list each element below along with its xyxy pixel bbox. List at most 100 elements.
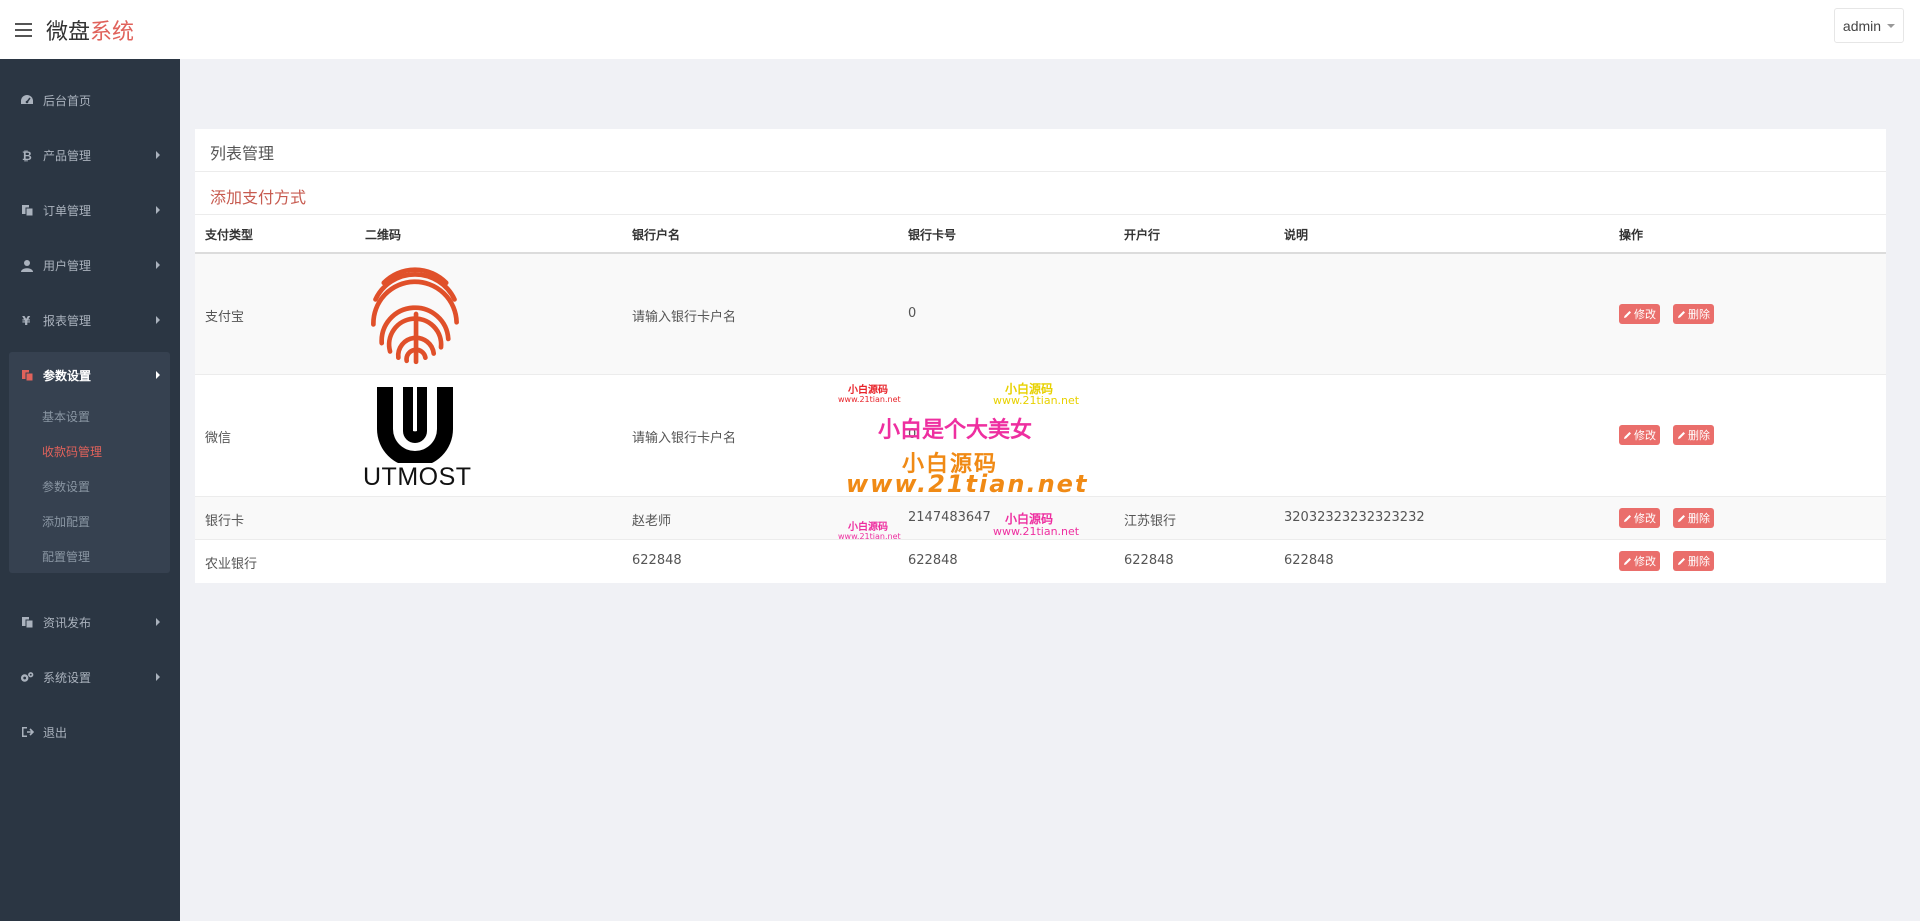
watermark-big-pink: 小白是个大美女 xyxy=(878,418,1033,443)
sidebar-item-label: 报表管理 xyxy=(43,313,92,328)
sidebar-item-news[interactable]: 资讯发布 xyxy=(0,602,180,642)
pencil-icon xyxy=(1624,310,1631,318)
cell-account-name: 赵老师 xyxy=(632,514,672,529)
chevron-right-icon xyxy=(156,261,160,269)
delete-label: 删除 xyxy=(1688,555,1710,568)
brand-title[interactable]: 微盘系统 xyxy=(46,14,134,46)
utmost-text: UTMOST xyxy=(363,463,472,491)
delete-button[interactable]: 删除 xyxy=(1673,425,1714,445)
table-row: 支付宝 请输入银行卡户名 0 修改 删除 xyxy=(195,254,1886,374)
edit-label: 修改 xyxy=(1634,555,1656,568)
sidebar-item-orders[interactable]: 订单管理 xyxy=(0,190,180,230)
cell-account-name: 请输入银行卡户名 xyxy=(632,431,737,446)
sidebar-item-users[interactable]: 用户管理 xyxy=(0,245,180,285)
cell-type: 农业银行 xyxy=(205,557,258,572)
column-header-qr: 二维码 xyxy=(365,228,402,242)
chevron-right-icon xyxy=(156,316,160,324)
sidebar-item-system[interactable]: 系统设置 xyxy=(0,657,180,697)
copy-icon xyxy=(20,368,34,382)
caret-down-icon xyxy=(1887,23,1896,28)
edit-label: 修改 xyxy=(1634,512,1656,525)
sub-item-add-config[interactable]: 添加配置 xyxy=(42,513,90,530)
chevron-right-icon xyxy=(156,206,160,214)
sidebar-item-params[interactable]: 参数设置 xyxy=(0,355,180,395)
column-header-note: 说明 xyxy=(1284,228,1309,242)
user-dropdown[interactable]: admin xyxy=(1834,8,1904,43)
divider xyxy=(195,214,1886,215)
sub-item-basic[interactable]: 基本设置 xyxy=(42,408,90,425)
watermark-small-pink: 小白源码 xyxy=(848,522,888,533)
copy-icon xyxy=(20,615,34,629)
panel-title: 列表管理 xyxy=(210,144,275,163)
sub-item-config-manage[interactable]: 配置管理 xyxy=(42,548,90,565)
delete-button[interactable]: 删除 xyxy=(1673,551,1714,571)
brand-accent: 系统 xyxy=(90,19,135,45)
column-header-bank: 开户行 xyxy=(1124,228,1161,242)
watermark-big-url: www.21tian.net xyxy=(846,470,1089,498)
cell-type: 微信 xyxy=(205,431,232,446)
sidebar-item-dashboard[interactable]: 后台首页 xyxy=(0,80,180,120)
column-header-account-name: 银行户名 xyxy=(632,228,681,242)
pencil-icon xyxy=(1624,557,1631,565)
cell-type: 支付宝 xyxy=(205,310,245,325)
sidebar-item-label: 用户管理 xyxy=(43,258,92,273)
sub-item-params[interactable]: 参数设置 xyxy=(42,478,90,495)
delete-button[interactable]: 删除 xyxy=(1673,304,1714,324)
column-header-actions: 操作 xyxy=(1619,228,1644,242)
utmost-logo[interactable]: UTMOST xyxy=(363,383,472,491)
sidebar-item-label: 系统设置 xyxy=(43,670,92,685)
cell-card-no: 622848 xyxy=(908,553,958,568)
sidebar-item-label: 订单管理 xyxy=(43,203,92,218)
sidebar-item-label: 资讯发布 xyxy=(43,615,92,630)
cell-account-name: 请输入银行卡户名 xyxy=(632,310,737,325)
column-header-card-no: 银行卡号 xyxy=(908,228,957,242)
edit-label: 修改 xyxy=(1634,429,1656,442)
yen-icon: ¥ xyxy=(20,313,34,327)
sidebar: 后台首页 ₿ 产品管理 订单管理 用户管理 ¥ 报表管理 参数设置 基本设置 收… xyxy=(0,59,180,921)
sidebar-item-label: 后台首页 xyxy=(43,93,92,108)
delete-label: 删除 xyxy=(1688,429,1710,442)
sidebar-item-logout[interactable]: 退出 xyxy=(0,712,180,752)
edit-label: 修改 xyxy=(1634,308,1656,321)
table-row: 农业银行 622848 622848 622848 622848 修改 删除 xyxy=(195,540,1886,583)
user-icon xyxy=(20,258,34,272)
watermark-small-pink-url: www.21tian.net xyxy=(838,532,901,541)
pencil-icon xyxy=(1678,557,1685,565)
cell-bank: 622848 xyxy=(1124,553,1174,568)
add-payment-method-link[interactable]: 添加支付方式 xyxy=(210,184,306,208)
edit-button[interactable]: 修改 xyxy=(1619,508,1660,528)
chevron-right-icon xyxy=(156,151,160,159)
user-name: admin xyxy=(1842,17,1882,34)
chevron-right-icon xyxy=(156,371,160,379)
sidebar-item-label: 产品管理 xyxy=(43,148,92,163)
edit-button[interactable]: 修改 xyxy=(1619,551,1660,571)
column-header-type: 支付类型 xyxy=(205,228,254,242)
cell-account-name: 622848 xyxy=(632,553,682,568)
edit-button[interactable]: 修改 xyxy=(1619,304,1660,324)
edit-button[interactable]: 修改 xyxy=(1619,425,1660,445)
cell-bank: 江苏银行 xyxy=(1124,514,1177,529)
sub-item-payment-codes[interactable]: 收款码管理 xyxy=(42,443,102,460)
sidebar-item-reports[interactable]: ¥ 报表管理 xyxy=(0,300,180,340)
sidebar-item-label: 退出 xyxy=(43,725,68,740)
delete-label: 删除 xyxy=(1688,512,1710,525)
pencil-icon xyxy=(1678,310,1685,318)
delete-button[interactable]: 删除 xyxy=(1673,508,1714,528)
cell-note: 32032323232323232 xyxy=(1284,510,1425,525)
pencil-icon xyxy=(1624,514,1631,522)
watermark-small-red-url: www.21tian.net xyxy=(838,395,901,404)
sidebar-item-products[interactable]: ₿ 产品管理 xyxy=(0,135,180,175)
divider xyxy=(195,171,1886,172)
dashboard-icon xyxy=(20,93,34,107)
cogs-icon xyxy=(20,670,34,684)
svg-text:₿: ₿ xyxy=(22,149,32,162)
sidebar-item-label: 参数设置 xyxy=(43,368,92,383)
watermark-small-yellow-url: www.21tian.net xyxy=(993,394,1080,407)
fingerprint-logo[interactable] xyxy=(363,262,467,371)
watermark-small-red: 小白源码 xyxy=(848,385,888,396)
pencil-icon xyxy=(1678,514,1685,522)
menu-toggle-icon[interactable] xyxy=(15,22,32,37)
svg-text:¥: ¥ xyxy=(22,314,31,327)
cell-note: 622848 xyxy=(1284,553,1334,568)
pencil-icon xyxy=(1678,431,1685,439)
